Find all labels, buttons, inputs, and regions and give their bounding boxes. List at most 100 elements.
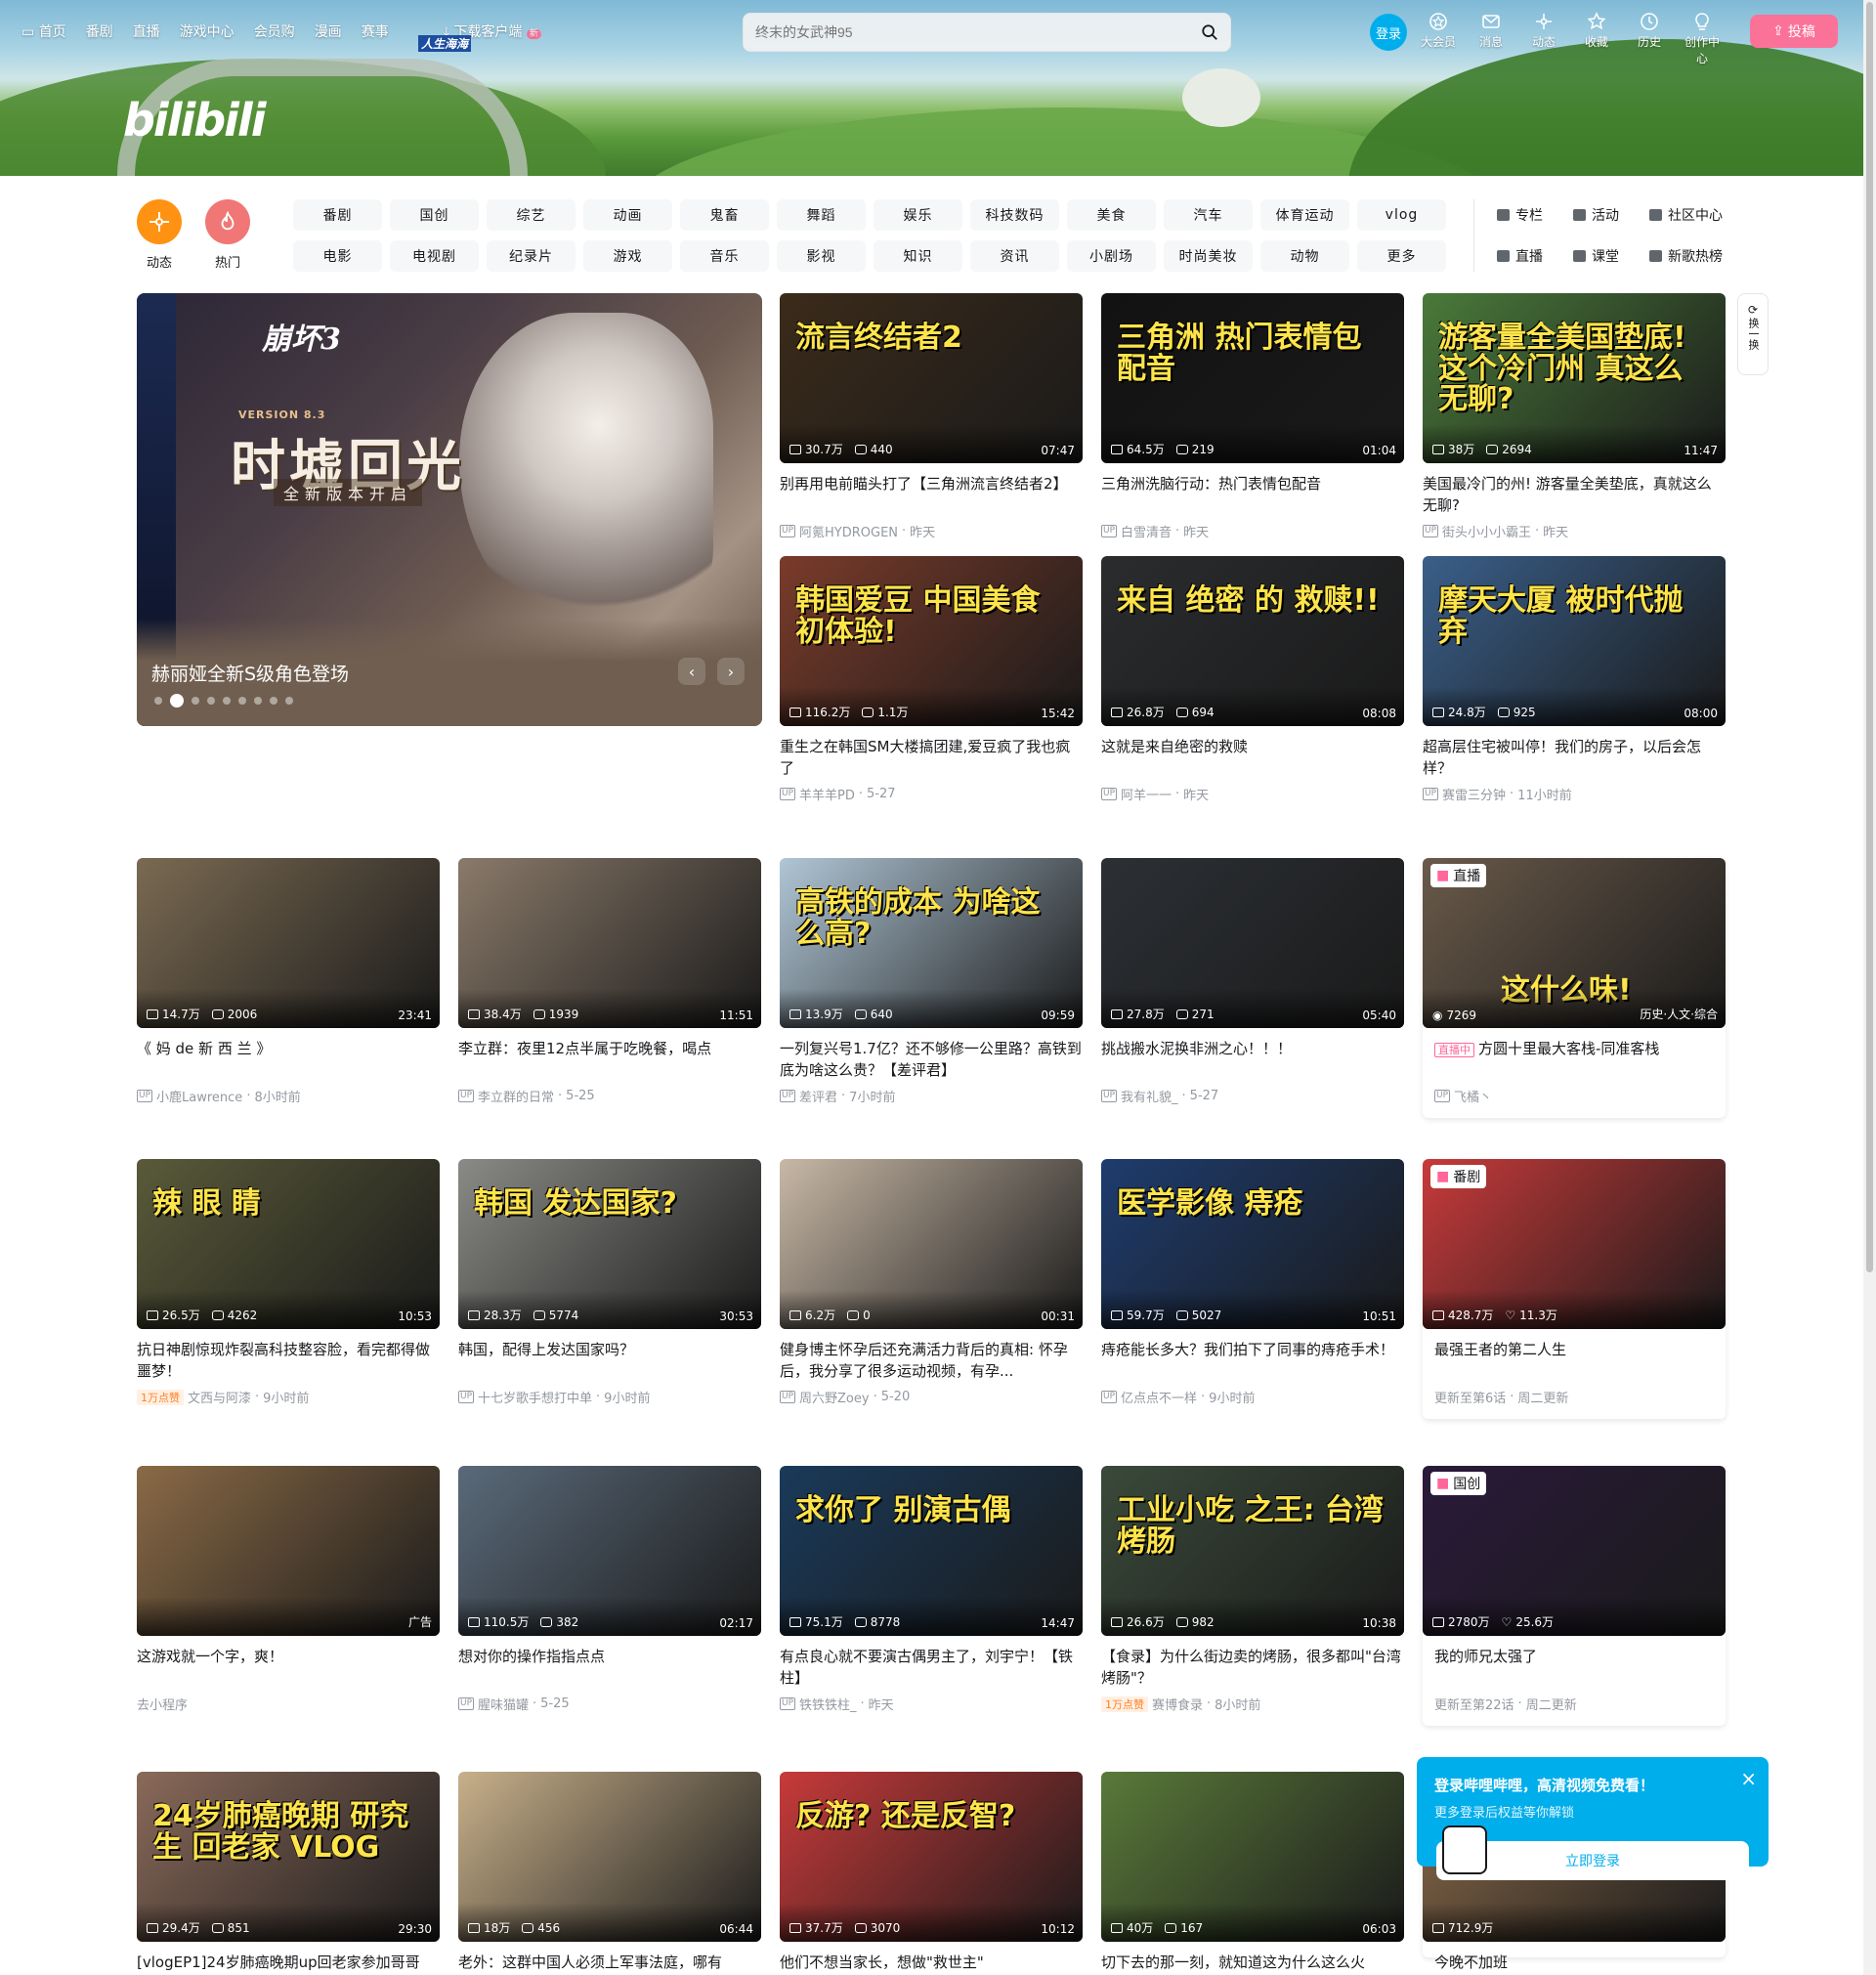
special-thumbnail[interactable]: ■ 国创 2780万 ♡ 25.6万: [1423, 1466, 1726, 1636]
channel-item[interactable]: 音乐: [680, 240, 769, 272]
extra-live[interactable]: 直播: [1497, 240, 1573, 272]
video-card[interactable]: 110.5万 382 02:17 想对你的操作指指点点 UP 腥味猫罐 · 5-25: [458, 1466, 761, 1713]
channel-item[interactable]: 体育运动: [1260, 199, 1349, 231]
video-thumbnail[interactable]: 韩国爱豆 中国美食 初体验! 116.2万 1.1万 15:42: [780, 556, 1083, 726]
video-card[interactable]: 广告 这游戏就一个字，爽！ 去小程序: [137, 1466, 440, 1713]
video-title[interactable]: 一列复兴号1.7亿？还不够修一公里路？高铁到底为啥这么贵？【差评君】: [780, 1038, 1083, 1081]
video-card[interactable]: 反游? 还是反智? 37.7万 3070 10:12 他们不想当家长，想做"救世主": [780, 1772, 1083, 1975]
video-thumbnail[interactable]: 38.4万 1939 11:51: [458, 858, 761, 1028]
video-author[interactable]: 街头小小小霸王: [1442, 522, 1531, 540]
video-thumbnail[interactable]: 摩天大厦 被时代抛弃 24.8万 925 08:00: [1423, 556, 1726, 726]
channel-item[interactable]: 动画: [583, 199, 672, 231]
upload-button[interactable]: ⇪ 投稿: [1750, 15, 1838, 48]
carousel-dot[interactable]: [270, 697, 277, 705]
video-card[interactable]: 韩国爱豆 中国美食 初体验! 116.2万 1.1万 15:42 重生之在韩国SM大楼搞…: [780, 556, 1083, 803]
video-author[interactable]: 腥味猫罐: [478, 1695, 529, 1713]
dynamic-entry[interactable]: 动态: [1524, 12, 1563, 66]
nav-item-match[interactable]: 赛事: [362, 21, 389, 41]
popup-close-icon[interactable]: ×: [1740, 1769, 1757, 1788]
video-title[interactable]: 切下去的那一刻，就知道这为什么这么火: [1101, 1952, 1404, 1975]
video-card[interactable]: 医学影像 痔疮 59.7万 5027 10:51 痔疮能长多大？我们拍下了同事的痔疮手术…: [1101, 1159, 1404, 1406]
video-thumbnail[interactable]: 游客量全美国垫底! 这个冷门州 真这么无聊? 38万 2694 11:47: [1423, 293, 1726, 463]
video-author[interactable]: 周六野Zoey: [799, 1388, 870, 1406]
video-title[interactable]: 超高层住宅被叫停！我们的房子，以后会怎样？: [1423, 736, 1726, 779]
video-card[interactable]: 来自 绝密 的 救赎!! 26.8万 694 08:08 这就是来自绝密的救赎 UP 阿羊一…: [1101, 556, 1404, 803]
creator-entry[interactable]: 创作中心: [1683, 12, 1722, 66]
video-author[interactable]: 李立群的日常: [478, 1087, 554, 1105]
banner-carousel[interactable]: 崩坏3 VERSION 8.3 时墟回光 全新版本开启 赫丽娅全新S级角色登场 …: [137, 293, 762, 726]
video-thumbnail[interactable]: 辣 眼 睛 26.5万 4262 10:53: [137, 1159, 440, 1329]
carousel-dot[interactable]: [254, 697, 262, 705]
video-author[interactable]: 赛博食录: [1152, 1695, 1203, 1713]
video-author[interactable]: 亿点点不一样: [1121, 1388, 1197, 1406]
video-card[interactable]: 27.8万 271 05:40 挑战搬水泥换非洲之心！！！ UP 我有礼貌_ · 5-27: [1101, 858, 1404, 1105]
carousel-next-button[interactable]: ›: [717, 658, 745, 685]
video-thumbnail[interactable]: 流言终结者2 30.7万 440 07:47: [780, 293, 1083, 463]
video-title[interactable]: [vlogEP1]24岁肺癌晚期up回老家参加哥哥: [137, 1952, 440, 1975]
video-title[interactable]: 想对你的操作指指点点: [458, 1646, 761, 1689]
video-title[interactable]: 抗日神剧惊现炸裂高科技整容脸，看完都得做噩梦！: [137, 1339, 440, 1382]
video-title[interactable]: 三角洲洗脑行动：热门表情包配音: [1101, 473, 1404, 516]
channel-item[interactable]: 纪录片: [487, 240, 576, 272]
video-thumbnail[interactable]: 医学影像 痔疮 59.7万 5027 10:51: [1101, 1159, 1404, 1329]
video-author[interactable]: 小鹿Lawrence: [156, 1087, 242, 1105]
nav-home[interactable]: ▭ 首页: [21, 21, 66, 41]
special-title[interactable]: 最强王者的第二人生: [1423, 1339, 1726, 1382]
channel-item[interactable]: 美食: [1067, 199, 1156, 231]
special-title[interactable]: 今晚不加班: [1423, 1952, 1726, 1975]
video-author[interactable]: 文西与阿漆: [188, 1388, 251, 1406]
video-title[interactable]: 他们不想当家长，想做"救世主": [780, 1952, 1083, 1975]
video-card[interactable]: 韩国 发达国家? 28.3万 5774 30:53 韩国，配得上发达国家吗？ UP 十七岁歌…: [458, 1159, 761, 1406]
video-title[interactable]: 这游戏就一个字，爽！: [137, 1646, 440, 1689]
channel-item[interactable]: 娱乐: [874, 199, 962, 231]
video-thumbnail[interactable]: 14.7万 2006 23:41: [137, 858, 440, 1028]
video-title[interactable]: 这就是来自绝密的救赎: [1101, 736, 1404, 779]
video-thumbnail[interactable]: 三角洲 热门表情包配音 64.5万 219 01:04: [1101, 293, 1404, 463]
video-thumbnail[interactable]: 110.5万 382 02:17: [458, 1466, 761, 1636]
video-author[interactable]: 羊羊羊PD: [799, 785, 855, 803]
video-card[interactable]: 38.4万 1939 11:51 李立群：夜里12点半属于吃晚餐，喝点 UP 李立群的日常…: [458, 858, 761, 1105]
channel-item[interactable]: 游戏: [583, 240, 672, 272]
video-title[interactable]: 【食录】为什么街边卖的烤肠，很多都叫"台湾烤肠"？: [1101, 1646, 1404, 1689]
carousel-dot[interactable]: [154, 697, 162, 705]
video-author[interactable]: 白雪清音: [1121, 522, 1172, 540]
carousel-dot[interactable]: [223, 697, 231, 705]
video-thumbnail[interactable]: 6.2万 0 00:31: [780, 1159, 1083, 1329]
video-title[interactable]: 别再用电前瞄头打了【三角洲流言终结者2】: [780, 473, 1083, 516]
special-thumbnail[interactable]: 这什么味!■直播历史·人文·综合◉7269: [1423, 858, 1726, 1028]
video-thumbnail[interactable]: 求你了 别演古偶 75.1万 8778 14:47: [780, 1466, 1083, 1636]
special-card[interactable]: ■ 国创 2780万 ♡ 25.6万 我的师兄太强了 更新至第22话 · 周二更新: [1423, 1466, 1726, 1726]
video-thumbnail[interactable]: 24岁肺癌晚期 研究生 回老家 VLOG 29.4万 851 29:30: [137, 1772, 440, 1942]
carousel-dot[interactable]: [238, 697, 246, 705]
carousel-prev-button[interactable]: ‹: [678, 658, 705, 685]
special-card[interactable]: ■ 番剧 428.7万 ♡ 11.3万 最强王者的第二人生 更新至第6话 · 周二更新: [1423, 1159, 1726, 1419]
channel-item[interactable]: 汽车: [1164, 199, 1253, 231]
video-title[interactable]: 美国最冷门的州! 游客量全美垫底，真就这么无聊?: [1423, 473, 1726, 516]
channel-item[interactable]: 知识: [874, 240, 962, 272]
channel-item[interactable]: 影视: [777, 240, 866, 272]
channel-item[interactable]: 鬼畜: [680, 199, 769, 231]
nav-item-live[interactable]: 直播: [133, 21, 160, 41]
video-title[interactable]: 痔疮能长多大？我们拍下了同事的痔疮手术！: [1101, 1339, 1404, 1382]
search-input[interactable]: [755, 22, 1185, 42]
nav-item-manga[interactable]: 漫画: [315, 21, 342, 41]
bilibili-logo[interactable]: bilibili: [123, 94, 266, 147]
video-author[interactable]: 阿氪HYDROGEN: [799, 522, 898, 540]
video-card[interactable]: 24岁肺癌晚期 研究生 回老家 VLOG 29.4万 851 29:30 [vlogEP…: [137, 1772, 440, 1975]
video-author[interactable]: 去小程序: [137, 1695, 188, 1713]
channel-item[interactable]: 动物: [1260, 240, 1349, 272]
message-entry[interactable]: 消息: [1471, 12, 1511, 66]
extra-activity[interactable]: 活动: [1573, 199, 1649, 231]
special-title[interactable]: 直播中 方圆十里最大客栈-同准客栈: [1423, 1038, 1726, 1081]
login-button[interactable]: 登录: [1370, 14, 1407, 51]
channel-item[interactable]: 番剧: [293, 199, 382, 231]
history-entry[interactable]: 历史: [1630, 12, 1669, 66]
channel-more-button[interactable]: 更多: [1357, 240, 1446, 272]
scrollbar[interactable]: [1863, 0, 1876, 1975]
extra-article[interactable]: 专栏: [1497, 199, 1573, 231]
carousel-dot[interactable]: [285, 697, 293, 705]
special-author[interactable]: 飞橘丶: [1454, 1087, 1492, 1105]
scrollbar-thumb[interactable]: [1866, 2, 1873, 1272]
video-card[interactable]: 游客量全美国垫底! 这个冷门州 真这么无聊? 38万 2694 11:47 美国最冷门的…: [1423, 293, 1726, 540]
carousel-title[interactable]: 赫丽娅全新S级角色登场: [151, 660, 349, 686]
